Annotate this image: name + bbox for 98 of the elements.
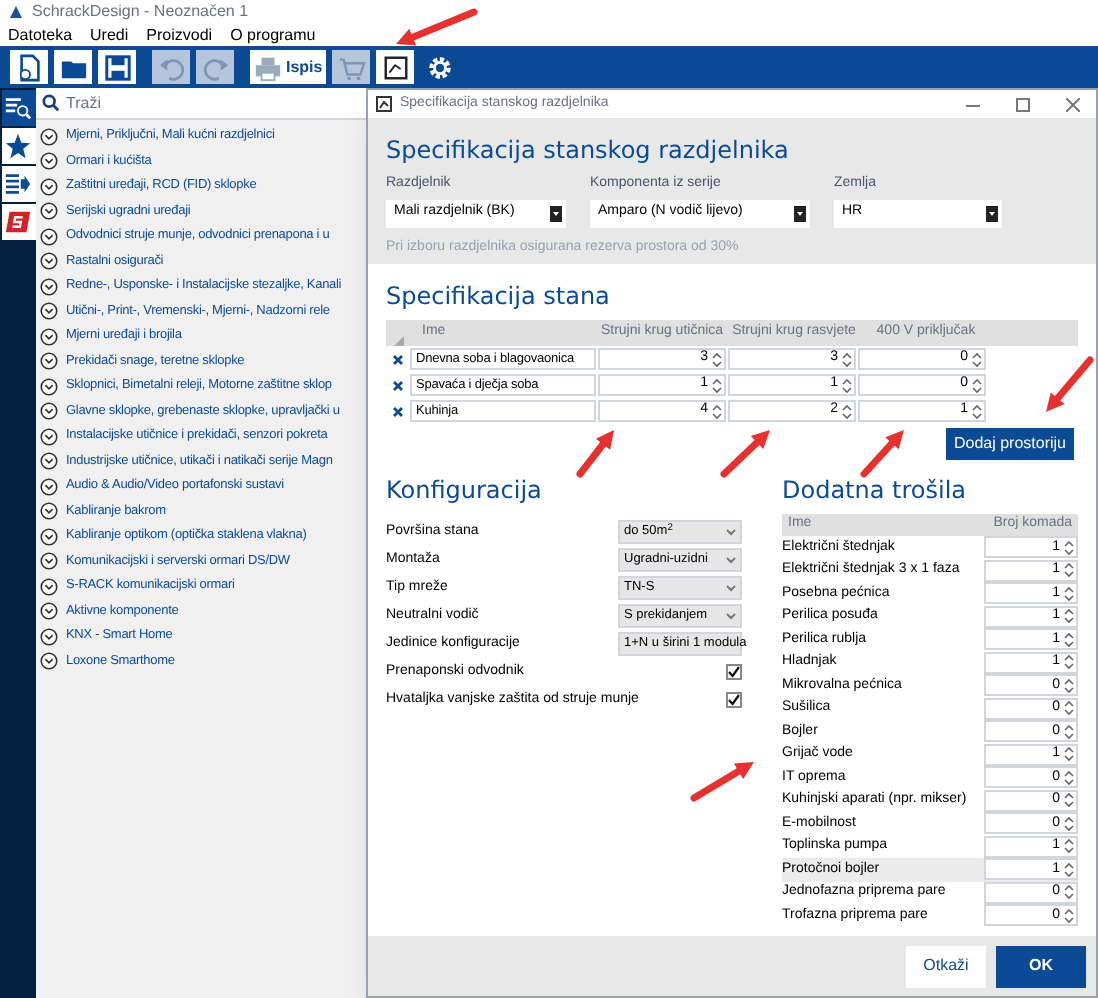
section-heading: Dodatna trošila [782,474,969,508]
chevron-down-icon [726,556,736,564]
spinner-icon[interactable] [1064,677,1074,694]
menu-item[interactable]: Datoteka [8,23,73,47]
spinner-icon[interactable] [972,351,982,367]
checkbox[interactable] [726,692,742,708]
spinner-icon[interactable] [1064,907,1074,924]
expand-icon[interactable] [40,152,58,171]
spinner-icon[interactable] [1064,539,1074,556]
spinner-icon[interactable] [1064,608,1074,625]
undo-icon [157,53,185,81]
brand-logo-icon [4,208,32,236]
expand-icon[interactable] [40,477,58,496]
delete-icon[interactable] [391,379,403,391]
toolbar-button[interactable] [98,50,136,84]
list-arrow-icon [4,170,32,198]
spinner-icon[interactable] [712,377,722,393]
menu-item[interactable]: Uredi [90,23,129,47]
list-search-icon [4,94,32,122]
spinner-icon[interactable] [1064,654,1074,671]
expand-icon[interactable] [40,577,58,596]
spinner-icon[interactable] [1064,884,1074,901]
dropdown-arrow-icon [986,205,998,221]
ok-button[interactable]: OK [996,945,1086,987]
spinner-icon[interactable] [1064,631,1074,648]
expand-icon[interactable] [40,602,58,621]
expand-icon[interactable] [40,502,58,521]
expand-icon[interactable] [40,552,58,571]
expand-icon[interactable] [40,127,58,146]
expand-icon[interactable] [40,252,58,271]
cancel-button[interactable]: Otkaži [906,945,986,987]
expand-icon[interactable] [40,627,58,646]
window-title: SchrackDesign - Neoznačen 1 [32,0,249,24]
maximize-icon[interactable] [1016,97,1030,111]
delete-icon[interactable] [391,405,403,417]
expand-icon[interactable] [40,202,58,221]
dropdown-arrow-icon [550,205,562,221]
expand-icon[interactable] [40,527,58,546]
sidebar-tab[interactable] [1,128,35,164]
section-heading: Specifikacija stana [386,280,612,314]
chevron-down-icon [726,528,736,536]
checkbox[interactable] [726,664,742,680]
sidebar-tab[interactable] [1,204,35,240]
redo-icon [201,53,229,81]
spinner-icon[interactable] [1064,792,1074,809]
chevron-down-icon [726,612,736,620]
chevron-down-icon [726,584,736,592]
spinner-icon[interactable] [972,377,982,393]
spinner-icon[interactable] [1064,585,1074,602]
toolbar-button[interactable] [10,50,48,84]
gear-icon [425,53,454,81]
spinner-icon[interactable] [1064,700,1074,717]
expand-icon[interactable] [40,352,58,371]
document-icon [15,53,43,81]
spinner-icon[interactable] [1064,838,1074,855]
expand-icon[interactable] [40,227,58,246]
search-field[interactable]: Traži [36,88,366,120]
sidebar-tab[interactable] [1,90,35,126]
spinner-icon[interactable] [1064,861,1074,878]
spinner-icon[interactable] [712,351,722,367]
expand-icon[interactable] [40,377,58,396]
add-room-button[interactable]: Dodaj prostoriju [945,428,1074,460]
expand-icon[interactable] [40,652,58,671]
spinner-icon[interactable] [712,403,722,419]
printer-icon [254,53,282,81]
close-icon[interactable] [1066,97,1080,111]
search-field[interactable]: Traži [66,91,326,115]
expand-icon[interactable] [40,177,58,196]
star-icon [4,132,32,160]
delete-icon[interactable] [391,353,403,365]
menu-item[interactable]: Proizvodi [146,23,213,47]
expand-icon[interactable] [40,302,58,321]
menu-item[interactable]: O programu [230,23,316,47]
print-button[interactable]: Ispis [250,50,327,84]
cart-icon [337,53,366,81]
expand-icon[interactable] [40,402,58,421]
section-heading: Konfiguracija [386,474,544,508]
expand-icon[interactable] [40,277,58,296]
dropdown-arrow-icon [794,205,806,221]
spinner-icon[interactable] [972,403,982,419]
spinner-icon[interactable] [842,351,852,367]
spinner-icon[interactable] [842,377,852,393]
expand-icon[interactable] [40,327,58,346]
search-icon [42,94,60,112]
app-logo-icon [8,4,24,20]
sort-corner-icon [393,336,403,346]
expand-icon[interactable] [40,452,58,471]
section-heading: Specifikacija stanskog razdjelnika [386,134,791,168]
spinner-icon[interactable] [842,403,852,419]
spinner-icon[interactable] [1064,769,1074,786]
toolbar-button[interactable] [54,50,92,84]
toolbar-button[interactable] [376,50,415,84]
spinner-icon[interactable] [1064,562,1074,579]
spinner-icon[interactable] [1064,815,1074,832]
expand-icon[interactable] [40,427,58,446]
spinner-icon[interactable] [1064,723,1074,740]
sidebar-tab[interactable] [1,166,35,202]
spinner-icon[interactable] [1064,746,1074,763]
